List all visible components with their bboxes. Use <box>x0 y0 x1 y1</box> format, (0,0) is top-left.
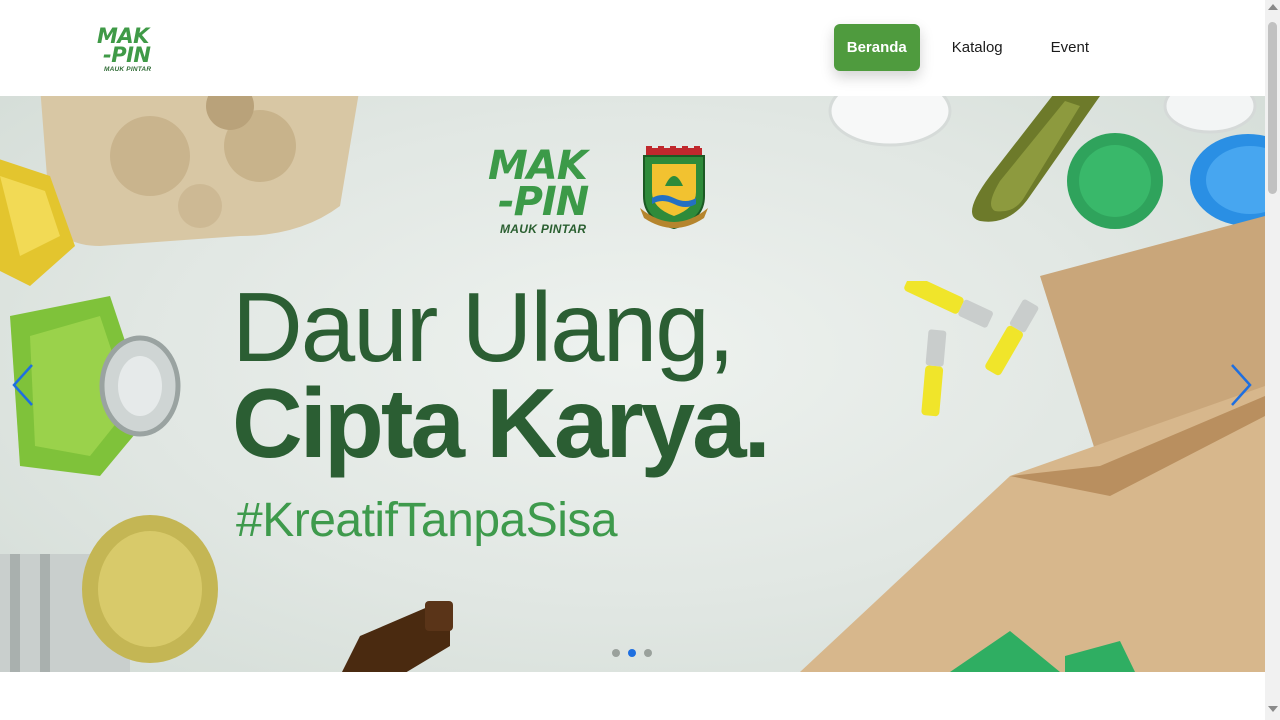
logo-text-line2: -PIN <box>103 43 151 67</box>
carousel-indicators <box>612 649 652 657</box>
carousel-dot[interactable] <box>644 649 652 657</box>
white-cap-2-image <box>1163 96 1257 134</box>
hero-hashtag: #KreatifTanpaSisa <box>236 494 618 547</box>
scroll-down-arrow-icon[interactable] <box>1268 706 1278 712</box>
cardboard-box-image <box>800 216 1265 672</box>
hero-headline-line2: Cipta Karya. <box>232 368 771 478</box>
brown-bottle-image <box>342 601 453 672</box>
hero-carousel: MAK -PIN MAUK PINTAR Daur Ulang, Cipta K… <box>0 96 1265 672</box>
page-scrollbar[interactable] <box>1265 0 1280 720</box>
nav-beranda[interactable]: Beranda <box>833 24 920 71</box>
white-cap-image <box>828 96 952 147</box>
site-header: MAK -PIN MAUK PINTAR Beranda Katalog Eve… <box>0 0 1265 96</box>
hero-makpin-logo: MAK -PIN MAUK PINTAR <box>488 146 608 236</box>
chevron-right-icon[interactable] <box>1228 362 1254 408</box>
chevron-left-icon[interactable] <box>10 362 36 408</box>
tin-can-image <box>0 515 218 672</box>
site-logo[interactable]: MAK -PIN MAUK PINTAR <box>97 26 161 75</box>
scroll-up-arrow-icon[interactable] <box>1268 4 1278 10</box>
nav-katalog[interactable]: Katalog <box>936 24 1019 71</box>
logo-tagline: MAUK PINTAR <box>104 66 152 73</box>
crushed-yellow-can-image <box>0 159 75 286</box>
main-nav: Beranda Katalog Event <box>833 24 1105 71</box>
regional-emblem-icon <box>640 146 708 230</box>
carousel-dot-active[interactable] <box>628 649 636 657</box>
hero-headline-line1: Daur Ulang, <box>232 272 735 382</box>
hero-logo-line2: -PIN <box>498 179 589 225</box>
carousel-dot[interactable] <box>612 649 620 657</box>
nav-event[interactable]: Event <box>1035 24 1105 71</box>
scrollbar-thumb[interactable] <box>1268 22 1277 194</box>
hero-logo-tagline: MAUK PINTAR <box>500 222 587 236</box>
